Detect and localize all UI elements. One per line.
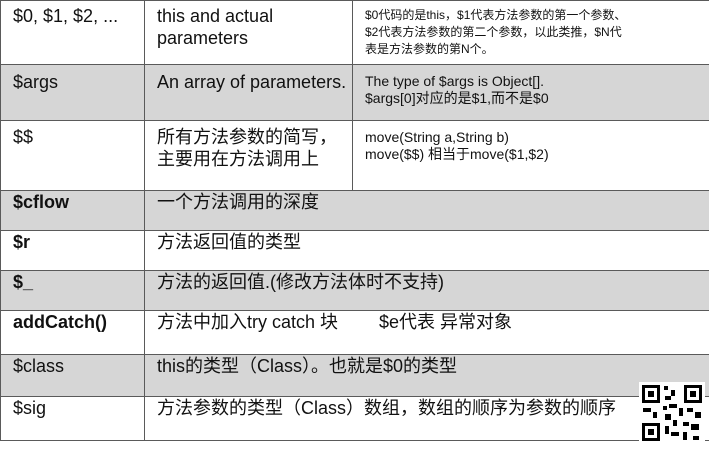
note-line: 表是方法参数的第N个。 [365, 41, 709, 58]
description-cell: 方法的返回值.(修改方法体时不支持) [145, 271, 709, 311]
description-cell: 方法参数的类型（Class）数组，数组的顺序为参数的顺序 [145, 397, 709, 441]
table-row: $sig 方法参数的类型（Class）数组，数组的顺序为参数的顺序 [1, 397, 709, 441]
variable-name: $class [13, 355, 144, 377]
variable-cell: $sig [1, 397, 145, 441]
variable-description: 方法中加入try catch 块 $e代表 异常对象 [157, 311, 709, 333]
variable-description: An array of parameters. [157, 65, 352, 93]
variable-cell: $r [1, 231, 145, 271]
variable-description: 一个方法调用的深度 [157, 191, 709, 213]
variable-description: 方法返回值的类型 [157, 231, 709, 253]
description-cell: 方法中加入try catch 块 $e代表 异常对象 [145, 311, 709, 355]
variable-cell: $_ [1, 271, 145, 311]
variable-cell: $cflow [1, 191, 145, 231]
description-cell: this and actual parameters [145, 1, 353, 65]
note-line: move($$) 相当于move($1,$2) [365, 146, 709, 163]
note-line: The type of $args is Object[]. [365, 65, 709, 90]
table-row: $r 方法返回值的类型 [1, 231, 709, 271]
note-line: $2代表方法参数的第二个参数，以此类推，$N代 [365, 24, 709, 41]
variable-cell: $class [1, 355, 145, 397]
variable-description: this and actual parameters [157, 1, 352, 49]
description-cell: 所有方法参数的简写，主要用在方法调用上 [145, 121, 353, 191]
note-cell: The type of $args is Object[]. $args[0]对… [353, 65, 709, 121]
table-row: $class this的类型（Class）。也就是$0的类型 [1, 355, 709, 397]
variable-name: $$ [13, 121, 144, 148]
variable-description: 方法参数的类型（Class）数组，数组的顺序为参数的顺序 [157, 397, 709, 419]
note-line: $args[0]对应的是$1,而不是$0 [365, 90, 709, 107]
table-row: $$ 所有方法参数的简写，主要用在方法调用上 move(String a,Str… [1, 121, 709, 191]
table-row: $args An array of parameters. The type o… [1, 65, 709, 121]
variable-name: $_ [13, 271, 144, 293]
variable-name: $args [13, 65, 144, 93]
note-cell: $0代码的是this，$1代表方法参数的第一个参数、 $2代表方法参数的第二个参… [353, 1, 709, 65]
variable-cell: addCatch() [1, 311, 145, 355]
table-row: addCatch() 方法中加入try catch 块 $e代表 异常对象 [1, 311, 709, 355]
description-cell: 方法返回值的类型 [145, 231, 709, 271]
table-row: $cflow 一个方法调用的深度 [1, 191, 709, 231]
description-cell: 一个方法调用的深度 [145, 191, 709, 231]
variable-description: this的类型（Class）。也就是$0的类型 [157, 355, 709, 377]
variable-name: addCatch() [13, 311, 144, 333]
variable-description: 所有方法参数的简写，主要用在方法调用上 [157, 121, 352, 170]
table-row: $_ 方法的返回值.(修改方法体时不支持) [1, 271, 709, 311]
note-cell: move(String a,String b) move($$) 相当于move… [353, 121, 709, 191]
note-line: move(String a,String b) [365, 121, 709, 146]
variable-cell: $0, $1, $2, ... [1, 1, 145, 65]
note-line: $0代码的是this，$1代表方法参数的第一个参数、 [365, 1, 709, 24]
description-cell: An array of parameters. [145, 65, 353, 121]
variable-cell: $$ [1, 121, 145, 191]
description-cell: this的类型（Class）。也就是$0的类型 [145, 355, 709, 397]
variable-description: 方法的返回值.(修改方法体时不支持) [157, 271, 709, 293]
variable-name: $0, $1, $2, ... [13, 1, 144, 27]
javassist-special-variables-table: $0, $1, $2, ... this and actual paramete… [0, 0, 709, 441]
table-row: $0, $1, $2, ... this and actual paramete… [1, 1, 709, 65]
variable-name: $r [13, 231, 144, 253]
variable-name: $cflow [13, 191, 144, 213]
variable-cell: $args [1, 65, 145, 121]
qr-code-icon [639, 382, 705, 444]
variable-name: $sig [13, 397, 144, 419]
